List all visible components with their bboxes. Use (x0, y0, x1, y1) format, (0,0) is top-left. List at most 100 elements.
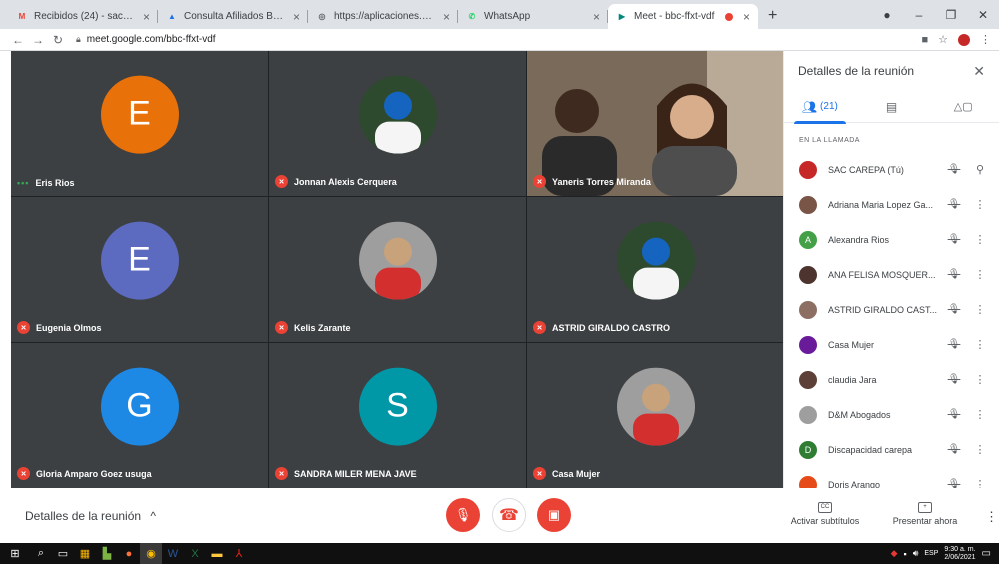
participant-row[interactable]: Casa Mujer 🎙︎ ⋮ (784, 327, 999, 362)
more-options-icon[interactable]: ⋮ (971, 338, 989, 351)
mic-off-icon[interactable]: 🎙︎ (945, 164, 963, 175)
reload-icon[interactable]: ↻ (48, 33, 68, 47)
search-icon[interactable]: ⌕ (30, 543, 52, 564)
close-tab-icon[interactable]: × (743, 10, 750, 24)
more-options-icon[interactable]: ⋮ (971, 268, 989, 281)
participant-tile[interactable]: ✕ Casa Mujer (527, 343, 784, 488)
participant-name: Gloria Amparo Goez usuga (36, 468, 152, 479)
mic-off-icon[interactable]: 🎙︎ (945, 339, 963, 350)
tab-chat[interactable]: ▤ (856, 91, 928, 123)
app-icon[interactable]: ▙ (96, 543, 118, 564)
more-options-icon[interactable]: ⋮ (971, 408, 989, 421)
browser-tab-strip: M Recibidos (24) - saccarepaantioq × ▲ Consu… (0, 0, 999, 29)
notifications-icon[interactable]: ▭ (982, 548, 991, 559)
participant-tile[interactable]: ✕ ASTRID GIRALDO CASTRO (527, 197, 784, 342)
mic-off-icon[interactable]: 🎙︎ (945, 409, 963, 420)
browser-tab[interactable]: ▶ Meet - bbc-ffxt-vdf × (608, 4, 758, 29)
url-field[interactable]: 🔒︎ meet.google.com/bbc-ffxt-vdf (76, 34, 921, 45)
chrome-icon[interactable]: ◉ (140, 543, 162, 564)
participant-row[interactable]: A Alexandra Rios 🎙︎ ⋮ (784, 222, 999, 257)
participant-tile[interactable]: ✕ Yaneris Torres Miranda (527, 51, 784, 196)
tray-network-icon[interactable]: ▪ (904, 549, 907, 559)
participant-tile[interactable]: ✕ Jonnan Alexis Cerquera (269, 51, 526, 196)
browser-menu-icon[interactable]: ⋮ (980, 33, 991, 46)
meeting-details-button[interactable]: Detalles de la reunión ^ (25, 509, 156, 523)
avatar-photo (616, 221, 695, 300)
browser-tab[interactable]: ✆ WhatsApp × (458, 4, 608, 29)
participant-tile[interactable]: E ✕ Eugenia Olmos (11, 197, 268, 342)
gmail-icon: M (18, 12, 26, 21)
browser-tab[interactable]: M Recibidos (24) - saccarepaantioq × (8, 4, 158, 29)
participant-avatar (799, 195, 817, 214)
browser-tab[interactable]: ◎ https://aplicaciones.adres.gov.co × (308, 4, 458, 29)
participant-row[interactable]: ASTRID GIRALDO CAST... 🎙︎ ⋮ (784, 292, 999, 327)
more-options-icon[interactable]: ⋮ (971, 233, 989, 246)
language-indicator[interactable]: ESP (924, 550, 938, 557)
word-icon[interactable]: W (162, 543, 184, 564)
close-tab-icon[interactable]: × (143, 10, 150, 24)
present-now-button[interactable]: + Presentar ahora (890, 500, 960, 526)
profile-avatar[interactable] (958, 33, 970, 46)
task-view-icon[interactable]: ▭ (52, 543, 74, 564)
profile-icon[interactable]: ● (871, 8, 903, 22)
avatar-photo (358, 75, 437, 154)
participant-tile[interactable]: E ••• Eris Rios (11, 51, 268, 196)
acrobat-icon[interactable]: ⅄ (228, 543, 250, 564)
excel-icon[interactable]: X (184, 543, 206, 564)
participant-row[interactable]: D Discapacidad carepa 🎙︎ ⋮ (784, 432, 999, 467)
participant-tile[interactable]: S ✕ SANDRA MILER MENA JAVE (269, 343, 526, 488)
participant-row[interactable]: Adriana Maria Lopez Ga... 🎙︎ ⋮ (784, 187, 999, 222)
close-tab-icon[interactable]: × (293, 10, 300, 24)
camera-indicator-icon[interactable]: ■ (921, 34, 928, 46)
close-window-icon[interactable]: ✕ (967, 8, 999, 22)
avatar: E (100, 75, 179, 154)
mic-off-icon[interactable]: 🎙︎ (945, 269, 963, 280)
close-tab-icon[interactable]: × (443, 10, 450, 24)
mic-off-icon[interactable]: 🎙︎ (945, 199, 963, 210)
back-icon[interactable]: ← (8, 33, 28, 47)
mic-off-icon[interactable]: 🎙︎ (945, 444, 963, 455)
minimize-icon[interactable]: – (903, 8, 935, 22)
recording-indicator-icon (724, 12, 733, 21)
tab-activities[interactable]: △▢ (927, 91, 999, 123)
pin-icon[interactable]: ⚲ (971, 163, 989, 176)
mic-off-icon[interactable]: 🎙︎ (945, 234, 963, 245)
new-tab-button[interactable]: + (758, 7, 787, 29)
present-icon: + (918, 502, 932, 513)
restore-icon[interactable]: ❐ (935, 8, 967, 22)
tray-app-icon[interactable]: ◆ (891, 548, 898, 559)
forward-icon[interactable]: → (28, 33, 48, 47)
speaking-indicator-icon: ••• (17, 178, 30, 188)
browser-tab[interactable]: ▲ Consulta Afiliados BDUA × (158, 4, 308, 29)
firefox-icon[interactable]: ● (118, 543, 140, 564)
participant-row[interactable]: claudia Jara 🎙︎ ⋮ (784, 362, 999, 397)
close-icon[interactable]: ✕ (973, 63, 985, 80)
tray-volume-icon[interactable]: 🔊︎ (913, 548, 919, 559)
tab-people[interactable]: 👥︎ (21) (784, 91, 856, 124)
mic-toggle-button[interactable]: 🎙︎ (446, 498, 480, 532)
camera-toggle-button[interactable]: ▣ (537, 498, 571, 532)
leave-call-button[interactable]: ☎︎ (492, 498, 526, 532)
more-options-icon[interactable]: ⋮ (971, 303, 989, 316)
more-options-icon[interactable]: ⋮ (971, 443, 989, 456)
more-options-icon[interactable]: ⋮ (985, 509, 998, 525)
participant-row[interactable]: SAC CAREPA (Tú) 🎙︎ ⚲ (784, 152, 999, 187)
windows-start-icon[interactable]: ⊞ (0, 543, 30, 564)
participant-row[interactable]: D&M Abogados 🎙︎ ⋮ (784, 397, 999, 432)
clock[interactable]: 9:30 a. m. 2/06/2021 (944, 546, 975, 562)
store-icon[interactable]: ▦ (74, 543, 96, 564)
more-options-icon[interactable]: ⋮ (971, 373, 989, 386)
participant-name: Jonnan Alexis Cerquera (294, 176, 397, 187)
mic-off-icon[interactable]: 🎙︎ (945, 304, 963, 315)
mic-off-icon[interactable]: 🎙︎ (945, 374, 963, 385)
participant-tile[interactable]: ✕ Kelis Zarante (269, 197, 526, 342)
close-tab-icon[interactable]: × (593, 10, 600, 24)
participant-row[interactable]: ANA FELISA MOSQUER... 🎙︎ ⋮ (784, 257, 999, 292)
address-bar: ← → ↻ 🔒︎ meet.google.com/bbc-ffxt-vdf ■ … (0, 29, 999, 51)
participant-tile[interactable]: G ✕ Gloria Amparo Goez usuga (11, 343, 268, 488)
more-options-icon[interactable]: ⋮ (971, 198, 989, 211)
file-explorer-icon[interactable]: ▬ (206, 543, 228, 564)
participant-list: SAC CAREPA (Tú) 🎙︎ ⚲ Adriana Maria Lopez Ga… (784, 152, 999, 502)
captions-button[interactable]: CC Activar subtítulos (790, 500, 860, 526)
bookmark-star-icon[interactable]: ☆ (938, 33, 948, 46)
